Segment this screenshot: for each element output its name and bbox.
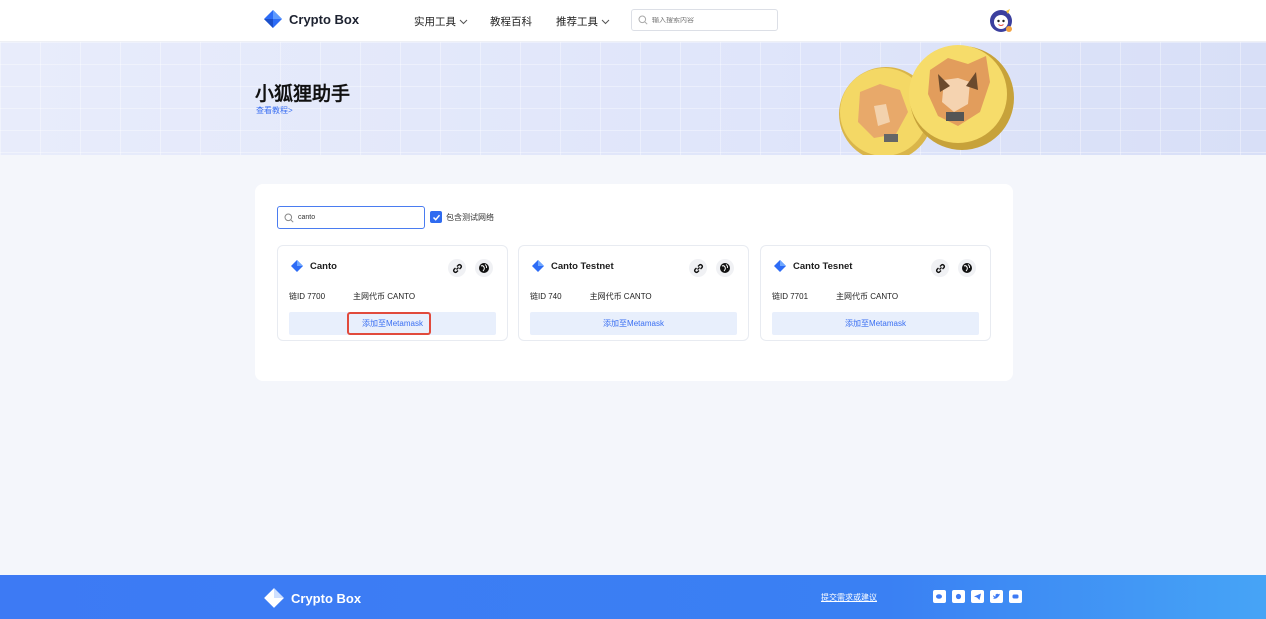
main-token: 主网代币 CANTO — [589, 292, 652, 301]
network-name: Canto Tesnet — [793, 260, 853, 272]
metamask-coins-illustration — [839, 45, 1014, 155]
header-search[interactable] — [631, 9, 778, 31]
page-title: 小狐狸助手 — [255, 84, 351, 105]
chain-id: 链ID 740 — [530, 292, 562, 301]
chain-id: 链ID 7700 — [289, 292, 326, 301]
include-testnet-label[interactable]: 包含测试网络 — [446, 212, 494, 223]
main-token: 主网代币 CANTO — [353, 292, 416, 301]
footer-brand-name: Crypto Box — [291, 590, 362, 606]
network-search[interactable] — [277, 206, 425, 229]
chevron-down-icon — [601, 19, 610, 24]
nav-label: 推荐工具 — [556, 16, 598, 28]
card-info: 链ID 7700 主网代币 CANTO — [289, 291, 415, 302]
brand-logo[interactable]: Crypto Box — [263, 9, 359, 29]
network-name: Canto — [310, 260, 337, 272]
card-header: Canto Testnet — [532, 260, 614, 272]
hero-banner: 小狐狸助手 查看教程> — [0, 42, 1266, 155]
network-search-input[interactable] — [298, 214, 418, 221]
discord-icon[interactable] — [1009, 590, 1022, 603]
add-to-metamask-button[interactable]: 添加至Metamask — [772, 312, 979, 335]
canto-logo-icon — [291, 260, 303, 272]
header-search-input[interactable] — [652, 16, 762, 24]
network-name: Canto Testnet — [551, 260, 614, 272]
card-actions — [448, 259, 493, 277]
copy-link-icon[interactable] — [931, 259, 949, 277]
copy-link-icon[interactable] — [448, 259, 466, 277]
search-icon — [638, 15, 648, 25]
wechat-icon[interactable] — [933, 590, 946, 603]
globe-icon[interactable] — [475, 259, 493, 277]
card-info: 链ID 740 主网代币 CANTO — [530, 291, 652, 302]
top-header: Crypto Box 实用工具 教程百科 推荐工具 — [0, 0, 1266, 42]
checkmark-icon — [432, 214, 440, 221]
globe-icon[interactable] — [958, 259, 976, 277]
add-to-metamask-button[interactable]: 添加至Metamask — [530, 312, 737, 335]
nav-tutorials[interactable]: 教程百科 — [490, 14, 532, 29]
footer-brand-logo[interactable]: Crypto Box — [263, 587, 361, 609]
network-card: Canto Tesnet 链ID 7701 主网代币 CANTO 添加至Meta… — [760, 245, 991, 341]
card-header: Canto Tesnet — [774, 260, 852, 272]
card-actions — [931, 259, 976, 277]
card-info: 链ID 7701 主网代币 CANTO — [772, 291, 898, 302]
search-icon — [284, 213, 294, 223]
site-footer: Crypto Box 提交需求或建议 — [0, 575, 1266, 619]
globe-icon[interactable] — [716, 259, 734, 277]
crypto-box-logo-icon — [264, 10, 282, 28]
user-avatar[interactable] — [988, 7, 1015, 34]
nav-recommended-tools[interactable]: 推荐工具 — [556, 14, 610, 29]
chain-id: 链ID 7701 — [772, 292, 809, 301]
network-panel: 包含测试网络 Canto 链ID 7700 主网代币 CANTO 添加至Meta… — [255, 184, 1013, 381]
main-token: 主网代币 CANTO — [836, 292, 899, 301]
canto-logo-icon — [532, 260, 544, 272]
nav-label: 实用工具 — [414, 16, 456, 28]
card-header: Canto — [291, 260, 337, 272]
copy-link-icon[interactable] — [689, 259, 707, 277]
brand-name: Crypto Box — [289, 11, 360, 27]
social-links — [933, 590, 1022, 603]
card-actions — [689, 259, 734, 277]
banner-grid-pattern — [0, 42, 1266, 155]
weibo-icon[interactable] — [952, 590, 965, 603]
feedback-link[interactable]: 提交需求或建议 — [821, 592, 877, 603]
nav-label: 教程百科 — [490, 16, 532, 28]
tutorial-link[interactable]: 查看教程> — [256, 105, 293, 116]
include-testnet-checkbox[interactable] — [430, 211, 442, 223]
canto-logo-icon — [774, 260, 786, 272]
nav-practical-tools[interactable]: 实用工具 — [414, 14, 468, 29]
twitter-icon[interactable] — [990, 590, 1003, 603]
crypto-box-logo-icon — [264, 588, 284, 608]
network-card: Canto 链ID 7700 主网代币 CANTO 添加至Metamask — [277, 245, 508, 341]
telegram-icon[interactable] — [971, 590, 984, 603]
network-card: Canto Testnet 链ID 740 主网代币 CANTO 添加至Meta… — [518, 245, 749, 341]
chevron-down-icon — [459, 19, 468, 24]
add-to-metamask-button[interactable]: 添加至Metamask — [289, 312, 496, 335]
